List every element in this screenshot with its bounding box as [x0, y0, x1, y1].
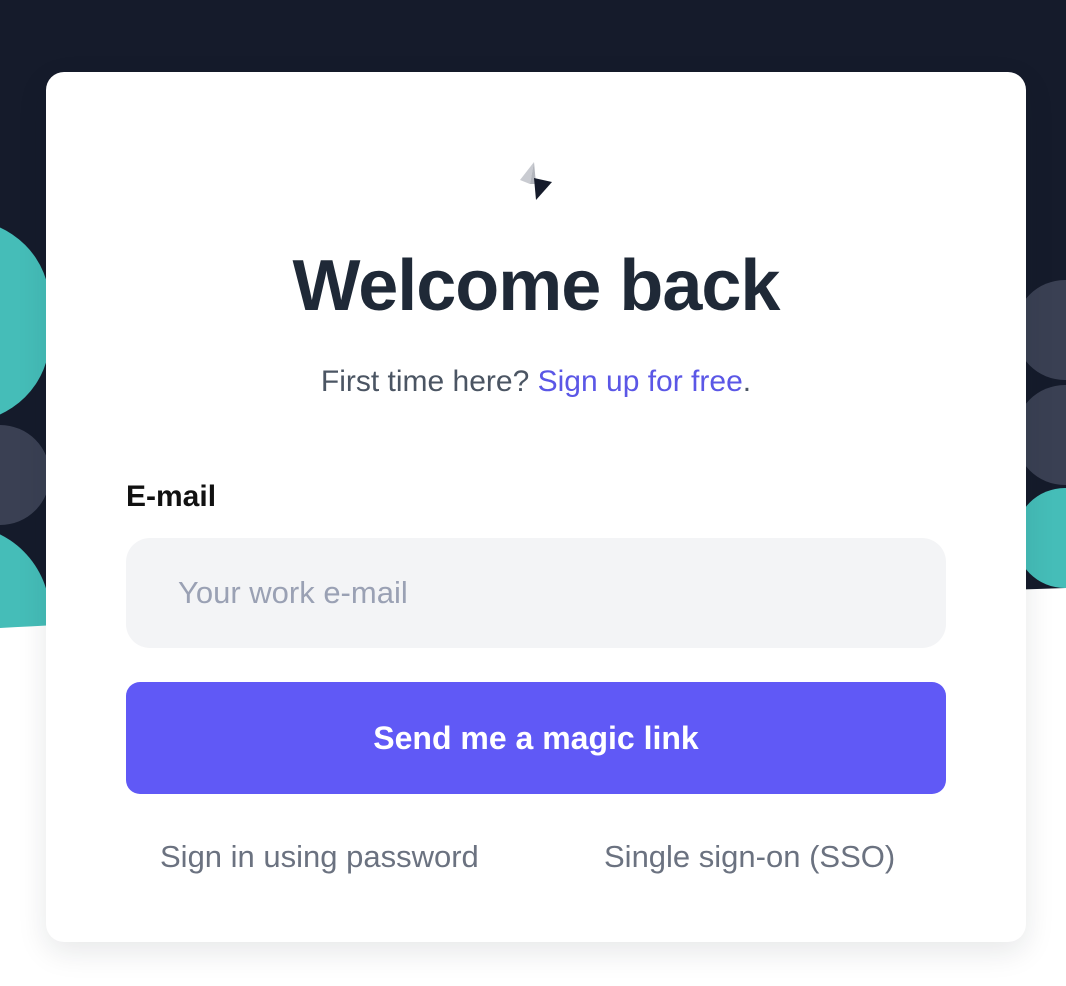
login-card: Welcome back First time here? Sign up fo…	[46, 72, 1026, 942]
sso-link[interactable]: Single sign-on (SSO)	[604, 837, 895, 877]
signup-prompt-suffix: .	[742, 365, 752, 398]
sign-in-password-link[interactable]: Sign in using password	[160, 837, 479, 877]
signup-link[interactable]: Sign up for free	[538, 365, 743, 398]
email-label: E-mail	[126, 480, 217, 513]
send-magic-link-button[interactable]: Send me a magic link	[126, 682, 946, 794]
bolt-logo-icon	[520, 162, 552, 200]
email-input[interactable]	[126, 538, 946, 648]
page-title: Welcome back	[292, 246, 781, 326]
signup-prompt: First time here? Sign up for free.	[46, 362, 1026, 402]
signup-prompt-text: First time here?	[320, 365, 538, 398]
